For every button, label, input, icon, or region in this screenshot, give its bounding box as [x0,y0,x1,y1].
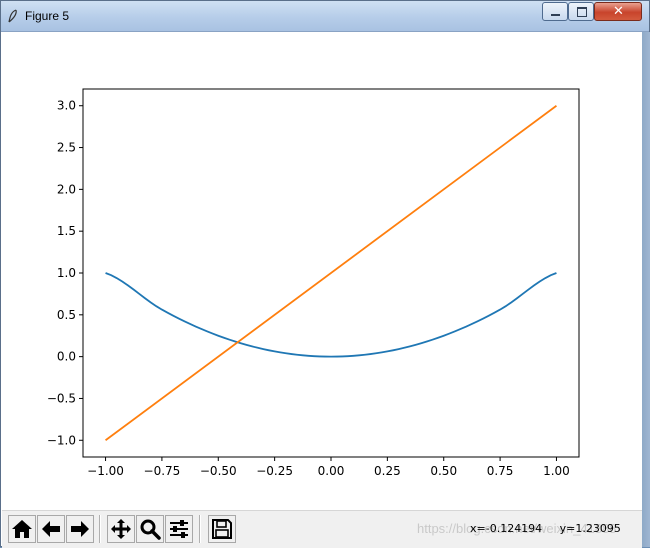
figure-window: Figure 5 ✕ −1.00 −0.75 −0.50 −0.25 0.00 0.25 0… [0,0,650,548]
y-tick-label: −0.5 [47,391,76,405]
configure-subplots-button[interactable] [165,515,193,543]
x-tick-label: 0.75 [487,464,514,478]
x-tick-label: 0.25 [374,464,401,478]
line-chart: −1.00 −0.75 −0.50 −0.25 0.00 0.25 0.50 0.75 1.00… [47,88,580,478]
zoom-button[interactable] [136,515,164,543]
y-tick-label: 0.0 [57,350,76,364]
window-border [642,32,650,547]
figure-canvas[interactable]: −1.00 −0.75 −0.50 −0.25 0.00 0.25 0.50 0.75 1.00… [2,32,642,510]
arrow-left-icon [42,521,60,537]
minimize-icon [551,14,560,16]
home-icon [12,520,32,538]
y-tick-label: 2.5 [57,141,76,155]
window-title: Figure 5 [25,9,70,23]
x-tick-label: −0.50 [200,464,237,478]
sliders-icon [170,520,188,538]
floppy-disk-icon [212,519,232,539]
toolbar-separator [99,515,101,543]
cursor-coordinates: x=-0.124194 y=1.23095 [470,522,621,535]
maximize-button[interactable] [568,2,594,21]
feather-icon [8,9,17,23]
x-tick-label: −0.75 [144,464,181,478]
y-tick-label: 0.5 [57,308,76,322]
y-tick-label: 2.0 [57,182,76,196]
y-tick-label: 1.0 [57,266,76,280]
save-button[interactable] [208,515,236,543]
y-tick-label: 1.5 [57,224,76,238]
y-tick-label: −1.0 [47,433,76,447]
x-tick-label: 1.00 [543,464,570,478]
minimize-button[interactable] [542,2,568,21]
title-bar[interactable]: Figure 5 ✕ [1,1,649,32]
navigation-toolbar: https://blog.csdn.net/weixin_41888 x=-0.… [2,510,642,548]
x-tick-label: 0.50 [430,464,457,478]
back-button[interactable] [37,515,65,543]
forward-button[interactable] [66,515,94,543]
series-line-1 [105,272,557,358]
magnifier-icon [140,519,161,540]
close-icon: ✕ [613,4,624,19]
series-line-2 [105,105,557,441]
pan-button[interactable] [107,515,135,543]
close-button[interactable]: ✕ [594,2,642,21]
maximize-icon [577,7,587,17]
toolbar-separator [199,515,201,543]
x-tick-label: −1.00 [87,464,124,478]
x-tick-label: −0.25 [256,464,293,478]
x-tick-label: 0.00 [318,464,345,478]
y-tick-label: 3.0 [57,99,76,113]
move-icon [111,519,131,539]
arrow-right-icon [71,521,89,537]
home-button[interactable] [8,515,36,543]
